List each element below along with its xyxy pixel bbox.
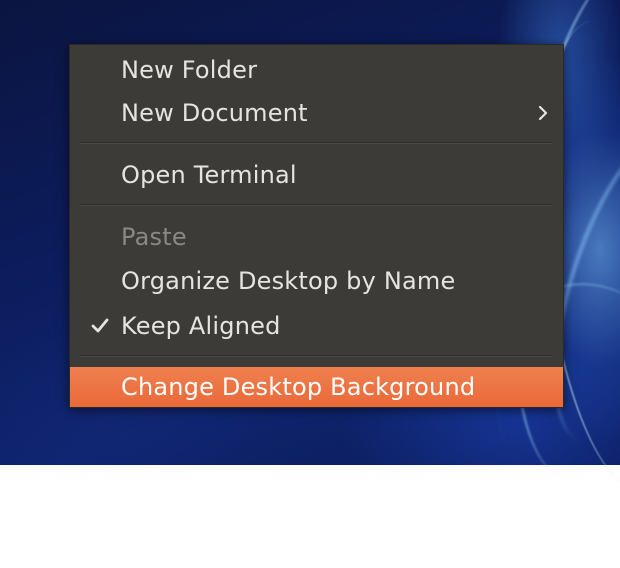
menu-item-label: Open Terminal xyxy=(121,161,297,189)
menu-item-label: Change Desktop Background xyxy=(121,373,476,401)
chevron-right-icon xyxy=(538,105,548,121)
menu-item-paste: Paste xyxy=(70,217,563,257)
menu-separator xyxy=(80,204,553,206)
menu-separator xyxy=(80,355,553,357)
menu-item-label: New Folder xyxy=(121,56,258,84)
menu-item-label: Paste xyxy=(121,223,187,251)
menu-item-keep-aligned[interactable]: Keep Aligned xyxy=(70,306,563,346)
menu-separator xyxy=(80,142,553,144)
menu-item-new-folder[interactable]: New Folder xyxy=(70,50,563,90)
desktop-context-menu: New Folder New Document Open Terminal Pa… xyxy=(69,44,564,408)
menu-item-change-desktop-background[interactable]: Change Desktop Background xyxy=(70,367,563,407)
menu-item-label: Keep Aligned xyxy=(121,312,281,340)
menu-item-label: New Document xyxy=(121,99,308,127)
checkmark-icon xyxy=(91,318,109,333)
menu-item-organize-desktop-by-name[interactable]: Organize Desktop by Name xyxy=(70,261,563,301)
menu-item-label: Organize Desktop by Name xyxy=(121,267,456,295)
menu-item-open-terminal[interactable]: Open Terminal xyxy=(70,155,563,195)
menu-item-new-document[interactable]: New Document xyxy=(70,93,563,133)
